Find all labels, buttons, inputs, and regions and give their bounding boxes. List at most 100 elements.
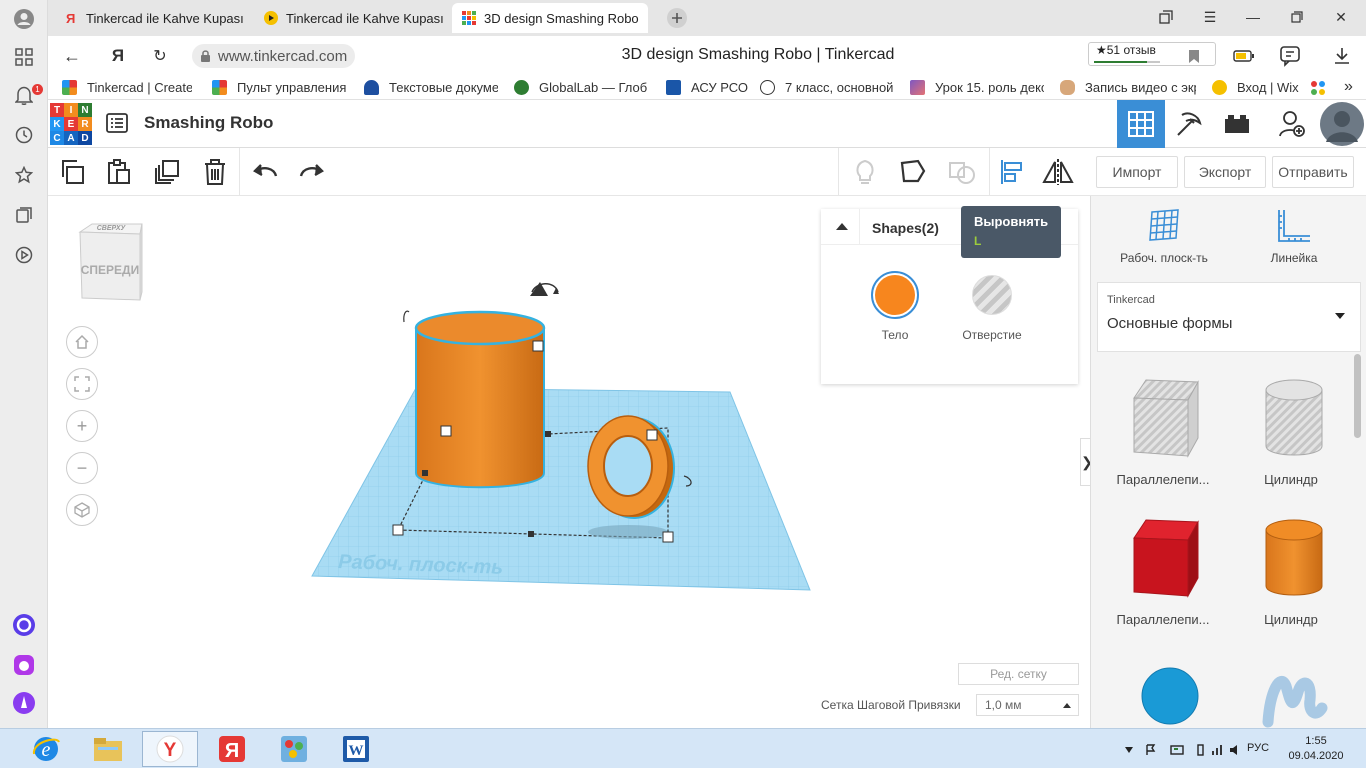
bookmark-item[interactable]: Tinkercad | Create — [62, 80, 192, 95]
bookmark-item[interactable]: Пульт управления — [212, 80, 348, 95]
alice-search-icon[interactable] — [11, 612, 37, 638]
shape-sphere[interactable] — [1103, 652, 1223, 728]
align-icon[interactable] — [996, 156, 1028, 188]
paste-clipboard-icon[interactable] — [103, 156, 135, 188]
tinkercad-logo[interactable]: T I N K E R C A D — [50, 103, 94, 145]
ungroup-shapes-icon[interactable] — [946, 156, 978, 188]
workplane-tool[interactable]: Рабоч. плоск-ть — [1109, 208, 1219, 265]
alice-assistant-icon[interactable] — [11, 690, 37, 716]
resize-handle[interactable] — [392, 524, 404, 536]
solid-color-button[interactable] — [871, 271, 919, 319]
battery-saver-icon[interactable] — [1232, 44, 1256, 68]
tab-kahve-2[interactable]: Tinkercad ile Kahve Kupası — [254, 3, 450, 33]
orange-ring-shape[interactable] — [587, 415, 675, 519]
url-field[interactable]: www.tinkercad.com — [192, 44, 356, 68]
reload-icon[interactable]: ↻ — [148, 44, 172, 68]
favorites-star-icon[interactable] — [11, 162, 37, 188]
bookmark-item[interactable]: Запись видео с экр — [1060, 80, 1196, 95]
blocks-pickaxe-icon[interactable] — [1165, 100, 1213, 148]
resize-handle[interactable] — [440, 425, 452, 437]
back-arrow-icon[interactable]: ← — [60, 44, 84, 68]
shape-library-select[interactable]: Tinkercad Основные формы — [1097, 282, 1361, 352]
bookmark-item[interactable]: Вход | Wix — [1212, 80, 1312, 95]
user-avatar[interactable] — [1318, 100, 1366, 148]
resize-handle[interactable] — [646, 429, 658, 441]
yandex-icon[interactable]: Я — [204, 731, 260, 767]
chevron-down-icon — [1335, 313, 1345, 319]
taskbar-clock[interactable]: 1:55 09.04.2020 — [1286, 734, 1346, 764]
collections-icon[interactable] — [11, 202, 37, 228]
bookmark-label: Запись видео с экр — [1085, 80, 1196, 95]
lightbulb-icon[interactable] — [849, 156, 881, 188]
export-button[interactable]: Экспорт — [1184, 156, 1266, 188]
resize-handle[interactable] — [662, 531, 674, 543]
shape-cylinder-orange[interactable]: Цилиндр — [1231, 512, 1351, 642]
rotate-handle-icon[interactable] — [530, 282, 559, 296]
workplane-viewport[interactable]: СВЕРХУ СПЕРЕДИ + − Рабоч. плоск-ть Shape… — [48, 196, 1090, 728]
orange-cylinder-icon — [1265, 519, 1323, 596]
import-button[interactable]: Импорт — [1096, 156, 1178, 188]
rotate-handle-icon[interactable] — [403, 310, 410, 323]
shape-box-hole[interactable]: Параллелепи... — [1103, 372, 1223, 502]
logo-letter: C — [50, 131, 64, 145]
minimize-icon[interactable]: — — [1242, 6, 1264, 28]
ie-browser-icon[interactable]: e — [18, 731, 74, 767]
sidebar-scrollbar[interactable] — [1354, 354, 1361, 438]
add-user-icon[interactable] — [1268, 100, 1316, 148]
bookmark-item[interactable]: Текстовые докуме — [364, 80, 498, 95]
bookmarks-overflow-icon[interactable]: » — [1344, 78, 1353, 96]
orange-cylinder-shape[interactable] — [414, 310, 546, 489]
ruler-tool[interactable]: Линейка — [1239, 208, 1349, 265]
yandex-home-icon[interactable]: Я — [106, 44, 130, 68]
apps-grid-icon[interactable] — [11, 44, 37, 70]
edit-grid-button[interactable]: Ред. сетку — [958, 663, 1079, 685]
shape-scribble[interactable] — [1231, 652, 1351, 728]
duplicate-icon[interactable] — [151, 156, 183, 188]
send-to-button[interactable]: Отправить — [1272, 156, 1354, 188]
collapse-caret-icon[interactable] — [835, 219, 849, 234]
shape-cylinder-hole[interactable]: Цилиндр — [1231, 372, 1351, 502]
svg-text:Я: Я — [66, 11, 75, 25]
bookmark-item[interactable]: 7 класс, основной — [760, 80, 894, 95]
mirror-icon[interactable] — [1042, 156, 1074, 188]
design-list-icon[interactable] — [106, 112, 128, 137]
tab-kahve-1[interactable]: Я Tinkercad ile Kahve Kupası — [54, 3, 250, 33]
new-tab-button[interactable] — [666, 7, 688, 29]
downloads-icon[interactable] — [1330, 44, 1354, 68]
messenger-icon[interactable] — [11, 652, 37, 678]
resize-handle[interactable] — [532, 340, 544, 352]
paint-app-icon[interactable] — [266, 731, 322, 767]
restore-window-icon[interactable] — [1286, 6, 1308, 28]
video-play-icon[interactable] — [11, 242, 37, 268]
tab-manager-icon[interactable] — [1155, 6, 1177, 28]
logo-letter: E — [64, 117, 78, 131]
group-shapes-icon[interactable] — [898, 156, 930, 188]
word-app-icon[interactable]: W — [328, 731, 384, 767]
bookmark-icon[interactable] — [1182, 44, 1206, 68]
delete-trash-icon[interactable] — [199, 156, 231, 188]
bricks-lego-icon[interactable] — [1213, 100, 1261, 148]
bookmark-item[interactable]: АСУ РСО — [666, 80, 756, 95]
history-clock-icon[interactable] — [11, 122, 37, 148]
profile-icon[interactable] — [11, 6, 37, 32]
menu-hamburger-icon[interactable]: ☰ — [1199, 6, 1221, 28]
design-name[interactable]: Smashing Robo — [144, 113, 273, 133]
bookmark-item[interactable]: GlobalLab — Глоб — [514, 80, 650, 95]
shape-box-red[interactable]: Параллелепи... — [1103, 512, 1223, 642]
hole-button[interactable] — [972, 275, 1012, 315]
snap-grid-select[interactable]: 1,0 мм — [976, 694, 1079, 716]
input-language-indicator[interactable]: РУС — [1247, 742, 1269, 754]
redo-arrow-icon[interactable] — [296, 156, 328, 188]
close-tab-icon[interactable]: ✕ — [647, 10, 648, 26]
bookmarks-more-icon[interactable] — [1310, 80, 1330, 96]
copy-icon[interactable] — [56, 156, 88, 188]
undo-arrow-icon[interactable] — [249, 156, 281, 188]
close-window-icon[interactable]: ✕ — [1330, 6, 1352, 28]
file-explorer-icon[interactable] — [80, 731, 136, 767]
3d-design-view-button[interactable] — [1117, 100, 1165, 148]
feedback-chat-icon[interactable] — [1278, 44, 1302, 68]
bookmark-item[interactable]: Урок 15. роль деко — [910, 80, 1044, 95]
yandex-browser-task[interactable]: Y — [142, 731, 198, 767]
system-tray-icons[interactable] — [1122, 743, 1242, 757]
tab-smashing-robo[interactable]: 3D design Smashing Robo ✕ — [452, 3, 648, 33]
